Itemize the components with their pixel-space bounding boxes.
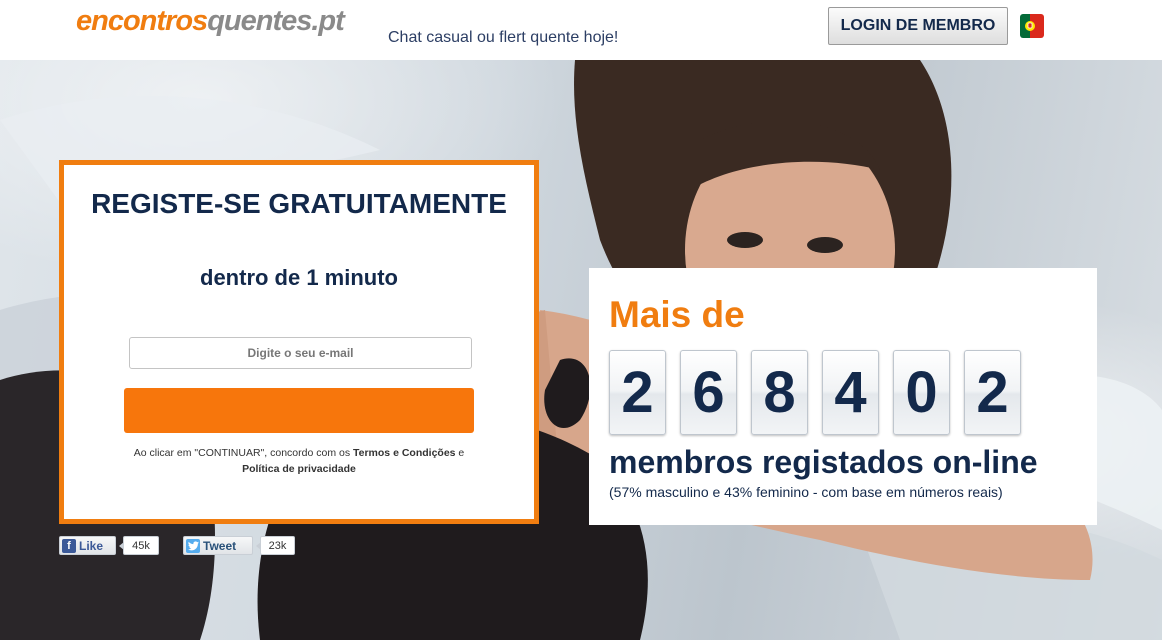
counter-digit: 4	[822, 350, 879, 435]
like-count: 45k	[119, 536, 159, 555]
registration-title: REGISTE-SE GRATUITAMENTE	[91, 188, 507, 219]
member-counter-panel: Mais de 2 6 8 4 0 2 membros registados o…	[589, 268, 1097, 525]
counter-prefix: Mais de	[609, 294, 745, 335]
terms-and: e	[455, 447, 465, 459]
terms-link[interactable]: Termos e Condições	[353, 447, 456, 459]
counter-note: (57% masculino e 43% feminino - com base…	[609, 484, 1003, 500]
counter-digit: 2	[964, 350, 1021, 435]
portugal-flag-icon[interactable]	[1020, 14, 1044, 38]
continue-button[interactable]	[124, 388, 474, 433]
terms-prefix: Ao clicar em "CONTINUAR", concordo com o…	[133, 447, 353, 459]
terms-text: Ao clicar em "CONTINUAR", concordo com o…	[114, 445, 484, 477]
facebook-icon: f	[62, 538, 76, 553]
privacy-link[interactable]: Política de privacidade	[242, 463, 356, 475]
tweet-count: 23k	[256, 536, 295, 555]
counter-digit: 8	[751, 350, 808, 435]
member-login-button[interactable]: LOGIN DE MEMBRO	[828, 7, 1008, 45]
tweet-button[interactable]: Tweet	[183, 536, 253, 555]
like-label: Like	[79, 538, 104, 553]
registration-subtitle: dentro de 1 minuto	[200, 265, 398, 290]
email-field[interactable]	[129, 337, 472, 369]
logo-part-1: encontros	[76, 5, 208, 37]
logo-part-2: quentes.pt	[207, 5, 345, 37]
site-header: encontrosquentes.pt Chat casual ou flert…	[0, 0, 1162, 60]
counter-digit: 6	[680, 350, 737, 435]
counter-digits: 2 6 8 4 0 2	[609, 350, 1035, 435]
counter-digit: 2	[609, 350, 666, 435]
tweet-label: Tweet	[203, 538, 237, 553]
counter-label: membros registados on-line	[609, 444, 1038, 480]
site-logo[interactable]: encontrosquentes.pt	[76, 4, 345, 38]
facebook-like-button[interactable]: f Like	[59, 536, 116, 555]
twitter-bird-icon	[186, 538, 200, 553]
counter-digit: 0	[893, 350, 950, 435]
registration-panel: REGISTE-SE GRATUITAMENTE dentro de 1 min…	[59, 160, 539, 524]
header-tagline: Chat casual ou flert quente hoje!	[388, 29, 619, 46]
